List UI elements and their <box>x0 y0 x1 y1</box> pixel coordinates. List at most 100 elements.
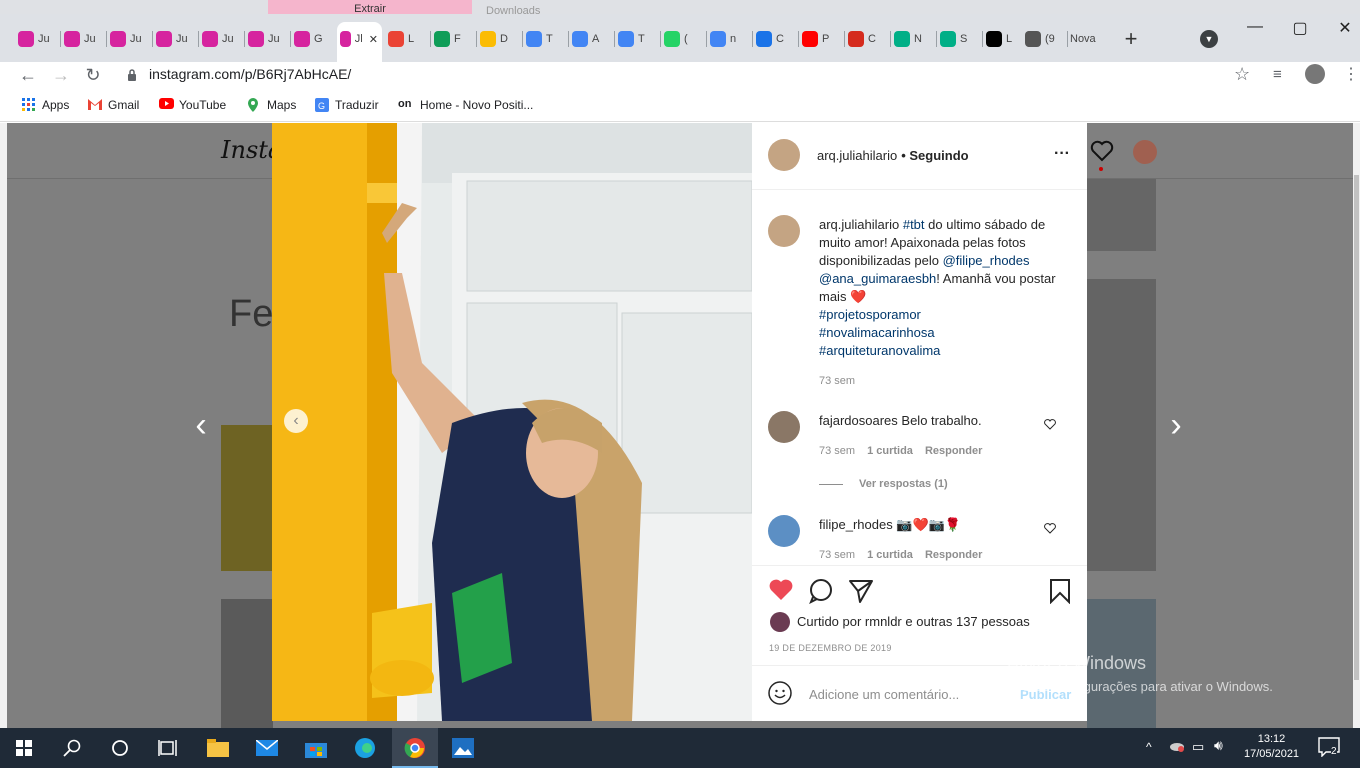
commenter-avatar[interactable] <box>768 515 800 547</box>
hashtag-link[interactable]: #projetosporamor <box>819 307 921 322</box>
browser-tab[interactable]: N <box>894 28 932 50</box>
store-icon[interactable] <box>304 736 328 760</box>
liker-username[interactable]: rmnldr <box>865 614 902 629</box>
comment-like-heart-icon[interactable] <box>1044 521 1056 539</box>
other-likers-link[interactable]: outras 137 pessoas <box>916 614 1029 629</box>
close-tab-icon[interactable]: ✕ <box>369 33 378 46</box>
comment-age[interactable]: 73 sem <box>819 549 855 561</box>
browser-tab[interactable]: S <box>940 28 978 50</box>
browser-tab[interactable]: Ju <box>156 28 194 50</box>
windows-start-icon[interactable] <box>12 736 36 760</box>
browser-tab[interactable]: T <box>526 28 564 50</box>
bookmark-star-icon[interactable]: ☆ <box>1234 64 1250 85</box>
bookmark-translate[interactable]: G Traduzir <box>315 98 379 112</box>
hashtag-link[interactable]: #novalimacarinhosa <box>819 325 935 340</box>
reply-button[interactable]: Responder <box>925 445 982 457</box>
cortana-icon[interactable] <box>108 736 132 760</box>
maximize-button[interactable]: ▢ <box>1285 18 1315 40</box>
browser-tab[interactable]: C <box>848 28 886 50</box>
scrollbar-thumb[interactable] <box>1354 175 1359 680</box>
comment-likes[interactable]: 1 curtida <box>867 549 913 561</box>
browser-tab[interactable]: (9 <box>1025 28 1063 50</box>
minimize-button[interactable]: — <box>1240 18 1270 40</box>
taskbar-clock[interactable]: 13:12 17/05/2021 <box>1244 732 1299 762</box>
edge-icon[interactable] <box>353 736 377 760</box>
notification-center-icon[interactable]: 2 <box>1318 737 1342 759</box>
previous-post-arrow-icon[interactable]: ‹ <box>186 408 216 442</box>
bookmark-apps[interactable]: Apps <box>22 98 69 112</box>
browser-tab[interactable]: T <box>618 28 656 50</box>
search-icon[interactable] <box>60 736 84 760</box>
browser-tab[interactable]: n <box>710 28 748 50</box>
share-send-icon[interactable] <box>848 578 874 609</box>
browser-tab[interactable]: L <box>388 28 426 50</box>
comment-username[interactable]: fajardosoares <box>819 413 898 428</box>
reload-icon[interactable]: ↻ <box>81 64 105 86</box>
hashtag-link[interactable]: #tbt <box>903 217 925 232</box>
browser-tab[interactable]: Ju <box>248 28 286 50</box>
author-avatar[interactable] <box>768 139 800 171</box>
forward-arrow-icon[interactable]: → <box>49 64 73 86</box>
comment-age[interactable]: 73 sem <box>819 445 855 457</box>
tab-search-icon[interactable]: ▼ <box>1200 30 1218 48</box>
emoji-icon[interactable] <box>768 681 792 710</box>
page-scrollbar[interactable] <box>1353 123 1360 728</box>
browser-tab[interactable]: D <box>480 28 518 50</box>
comment-bubble-icon[interactable] <box>808 578 834 609</box>
following-status[interactable]: • Seguindo <box>901 148 968 163</box>
bookmark-youtube[interactable]: YouTube <box>159 98 226 112</box>
like-heart-icon[interactable] <box>768 578 794 607</box>
browser-tab[interactable]: G <box>294 28 332 50</box>
profile-avatar-icon[interactable] <box>1305 64 1325 84</box>
save-bookmark-icon[interactable] <box>1049 578 1071 609</box>
hashtag-link[interactable]: #arquiteturanovalima <box>819 343 940 358</box>
next-post-arrow-icon[interactable]: › <box>1161 408 1191 442</box>
caption-username[interactable]: arq.juliahilario <box>819 217 899 232</box>
browser-tab[interactable]: F <box>434 28 472 50</box>
task-view-icon[interactable] <box>156 736 180 760</box>
browser-tab[interactable]: L <box>986 28 1024 50</box>
bookmark-gmail[interactable]: Gmail <box>88 98 139 112</box>
reply-button[interactable]: Responder <box>925 549 982 561</box>
chrome-menu-icon[interactable]: ⋮ <box>1343 64 1359 84</box>
mention-link[interactable]: @filipe_rhodes <box>943 253 1030 268</box>
profile-avatar[interactable] <box>1133 140 1157 164</box>
more-options-icon[interactable]: ··· <box>1054 145 1070 163</box>
file-explorer-icon[interactable] <box>206 736 230 760</box>
browser-tab[interactable]: Ju <box>18 28 56 50</box>
liker-avatar[interactable] <box>770 612 790 632</box>
lock-icon[interactable] <box>127 68 137 81</box>
author-username[interactable]: arq.juliahilario <box>817 148 897 163</box>
new-tab-button[interactable]: + <box>1119 28 1143 50</box>
post-date[interactable]: 19 DE DEZEMBRO DE 2019 <box>769 643 892 653</box>
mail-icon[interactable] <box>255 736 279 760</box>
browser-tab[interactable]: Ju <box>110 28 148 50</box>
browser-tab[interactable]: Ju <box>64 28 102 50</box>
browser-tab[interactable]: Jl ✕ <box>340 28 378 50</box>
browser-tab[interactable]: P <box>802 28 840 50</box>
comment-like-heart-icon[interactable] <box>1044 417 1056 435</box>
tray-expand-icon[interactable]: ^ <box>1146 740 1152 754</box>
comment-username[interactable]: filipe_rhodes <box>819 517 893 532</box>
heart-nav-icon[interactable] <box>1090 140 1114 167</box>
volume-icon[interactable]: 🔊︎ <box>1214 737 1223 754</box>
chrome-icon[interactable] <box>403 736 427 760</box>
comment-likes[interactable]: 1 curtida <box>867 445 913 457</box>
commenter-avatar[interactable] <box>768 411 800 443</box>
address-bar-url[interactable]: instagram.com/p/B6Rj7AbHcAE/ <box>149 66 351 82</box>
browser-tab[interactable]: ( <box>664 28 702 50</box>
comment-input[interactable]: Adicione um comentário... <box>809 687 959 702</box>
browser-tab[interactable]: Ju <box>202 28 240 50</box>
network-icon[interactable]: ▭ <box>1192 739 1204 755</box>
caption-age[interactable]: 73 sem <box>819 375 855 387</box>
back-arrow-icon[interactable]: ← <box>16 64 40 86</box>
bookmark-home-novo[interactable]: on Home - Novo Positi... <box>398 98 533 112</box>
bookmark-maps[interactable]: Maps <box>247 98 296 112</box>
caption-avatar[interactable] <box>768 215 800 247</box>
browser-tab[interactable]: C <box>756 28 794 50</box>
photos-icon[interactable] <box>451 736 475 760</box>
photo-previous-button[interactable]: ‹ <box>284 409 308 433</box>
close-window-button[interactable]: ✕ <box>1330 18 1360 40</box>
media-control-icon[interactable]: ≡ <box>1273 66 1282 83</box>
mention-link[interactable]: @ana_guimaraesbh <box>819 271 936 286</box>
